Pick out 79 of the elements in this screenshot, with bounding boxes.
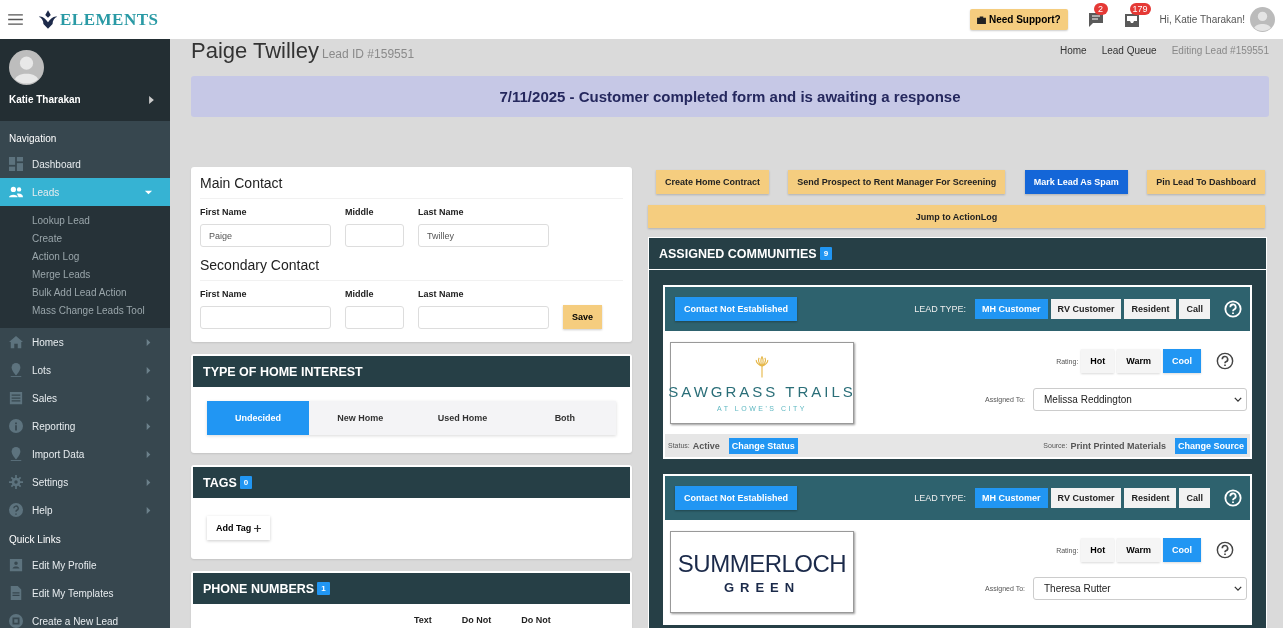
action-button[interactable]: Mark Lead As Spam — [1024, 170, 1128, 194]
action-button[interactable]: Create Home Contract — [656, 170, 770, 194]
submenu-item[interactable]: Create — [0, 230, 170, 248]
greeting: Hi, Katie Tharakan! — [1159, 14, 1245, 25]
status-value: Active — [692, 440, 720, 451]
message-count-badge: 2 — [1093, 2, 1108, 15]
count-badge: 1 — [317, 582, 330, 595]
field-label: First Name — [200, 207, 248, 217]
column-header: Do Not — [461, 615, 492, 625]
nav-item[interactable]: Sales — [0, 384, 170, 412]
action-button[interactable]: Send Prospect to Rent Manager For Screening — [788, 170, 1006, 194]
field-label: First Name — [200, 289, 248, 299]
lead-type-button[interactable]: RV Customer — [1050, 299, 1122, 319]
rating-button[interactable]: Warm — [1117, 349, 1160, 373]
lead-name-title: Paige Twilley — [191, 39, 319, 64]
option-tab[interactable]: New Home — [309, 401, 412, 435]
assigned-select[interactable]: Melissa Reddington — [1033, 388, 1247, 411]
submenu-item[interactable]: Merge Leads — [0, 266, 170, 284]
quick-link[interactable]: Create a New Lead — [0, 607, 170, 628]
status-banner: 7/11/2025 - Customer completed form and is awaiting a response — [191, 76, 1269, 117]
user-name[interactable]: Katie Tharakan — [9, 94, 81, 105]
lead-id: Lead ID #159551 — [322, 46, 415, 61]
notification-count-badge: 179 — [1129, 2, 1151, 15]
count-badge: 9 — [819, 247, 833, 260]
nav-item[interactable]: Import Data — [0, 440, 170, 468]
logo-name: SAWGRASS TRAILS — [668, 382, 856, 400]
lead-type-button[interactable]: Call — [1179, 488, 1210, 508]
lead-type-button[interactable]: RV Customer — [1050, 488, 1122, 508]
rating-button[interactable]: Hot — [1081, 349, 1115, 373]
source-value: Print Printed Materials — [1070, 440, 1166, 451]
rating-button[interactable]: Warm — [1117, 538, 1160, 562]
nav-item[interactable]: Homes — [0, 328, 170, 356]
lead-type-button[interactable]: Resident — [1124, 299, 1177, 319]
text-field[interactable]: Paige — [200, 224, 331, 247]
column-header: Text — [414, 615, 432, 625]
panel-title: TYPE OF HOME INTEREST — [203, 364, 363, 379]
logo-tagline: GREEN — [723, 579, 801, 595]
panel-title: PHONE NUMBERS — [203, 581, 315, 596]
quick-link[interactable]: Edit My Templates — [0, 579, 170, 607]
column-header: Do Not — [521, 615, 551, 625]
lead-type-button[interactable]: Call — [1179, 299, 1210, 319]
option-tab[interactable]: Used Home — [411, 401, 514, 435]
lead-type-label: LEAD TYPE: — [914, 304, 967, 314]
breadcrumb-link[interactable]: Lead Queue — [1101, 45, 1157, 56]
nav-item[interactable]: Dashboard — [0, 150, 170, 178]
section-heading: Secondary Contact — [200, 257, 623, 281]
lead-type-label: LEAD TYPE: — [914, 493, 967, 503]
count-badge: 0 — [239, 476, 253, 489]
nav-item[interactable]: Help — [0, 496, 170, 524]
nav-item[interactable]: Lots — [0, 356, 170, 384]
field-label: Last Name — [418, 207, 465, 217]
lead-type-button[interactable]: Resident — [1124, 488, 1177, 508]
submenu-item[interactable]: Mass Change Leads Tool — [0, 302, 170, 320]
jump-button[interactable]: Jump to ActionLog — [648, 205, 1265, 228]
support-button[interactable]: Need Support? — [969, 9, 1068, 30]
field-label: Last Name — [418, 289, 465, 299]
nav-item[interactable]: Reporting — [0, 412, 170, 440]
submenu-item[interactable]: Lookup Lead — [0, 212, 170, 230]
submenu-item[interactable]: Bulk Add Lead Action — [0, 284, 170, 302]
logo-text: ELEMENTS — [60, 9, 159, 30]
nav-heading: Navigation — [8, 132, 58, 146]
panel-title: TAGS — [203, 475, 237, 490]
save-button[interactable]: Save — [563, 305, 603, 329]
text-field[interactable]: Twilley — [418, 224, 549, 247]
nav-item[interactable]: Settings — [0, 468, 170, 496]
field-label: Middle — [345, 207, 375, 217]
panel-title: ASSIGNED COMMUNITIES — [659, 246, 817, 261]
submenu-item[interactable]: Action Log — [0, 248, 170, 266]
field-label: Middle — [345, 289, 375, 299]
logo-name: SUMMERLOCH — [677, 549, 847, 578]
add-tag-button[interactable]: Add Tag — [207, 516, 271, 540]
breadcrumb-link[interactable]: Home — [1059, 45, 1087, 56]
section-heading: Main Contact — [200, 175, 623, 199]
rating-button[interactable]: Hot — [1081, 538, 1115, 562]
assigned-select[interactable]: Theresa Rutter — [1033, 577, 1247, 600]
option-tab[interactable]: Both — [513, 401, 616, 435]
quick-link[interactable]: Edit My Profile — [0, 551, 170, 579]
quick-links-heading: Quick Links — [8, 533, 62, 547]
action-button[interactable]: Pin Lead To Dashboard — [1147, 170, 1265, 194]
